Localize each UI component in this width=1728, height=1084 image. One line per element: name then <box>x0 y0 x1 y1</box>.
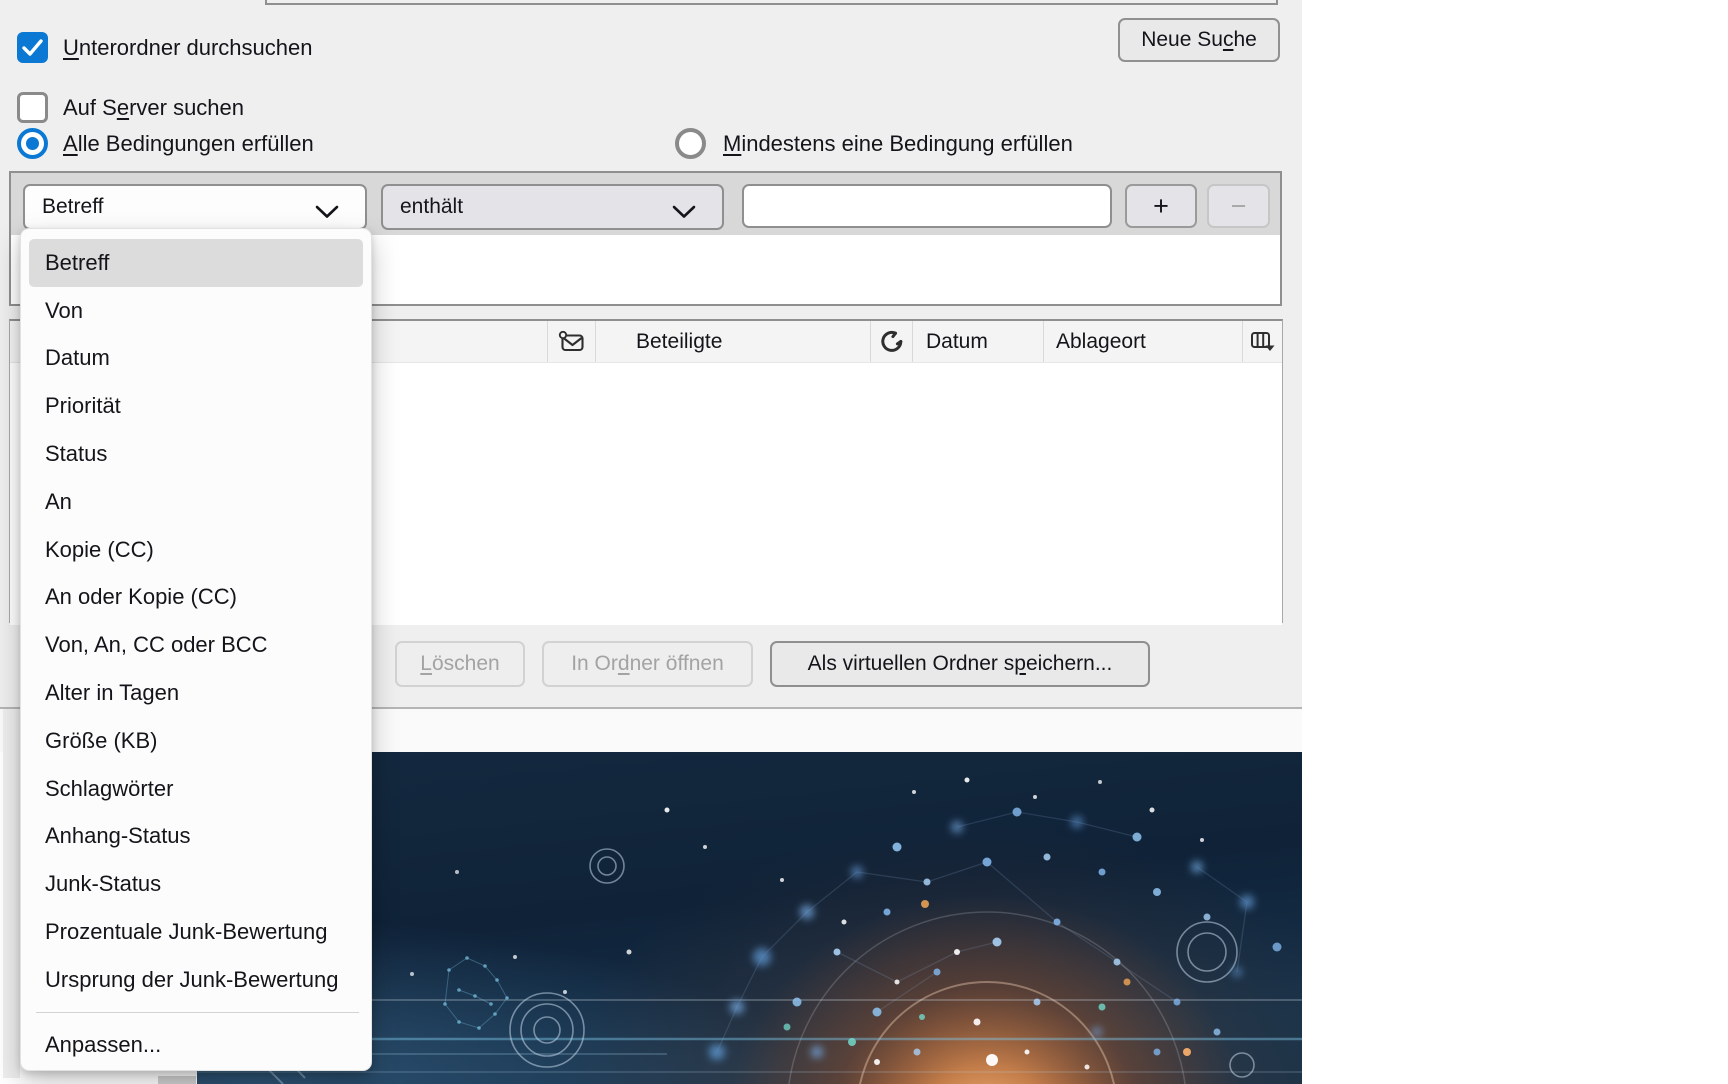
attribute-dropdown-menu: Betreff Von Datum Priorität Status An Ko… <box>20 228 372 1071</box>
menu-item-an-oder-kopie[interactable]: An oder Kopie (CC) <box>29 574 363 622</box>
open-in-folder-button[interactable]: In Or d ner öffnen <box>542 641 753 687</box>
menu-item-kopie-cc[interactable]: Kopie (CC) <box>29 526 363 574</box>
column-picker-button[interactable] <box>1242 321 1282 362</box>
label-post: öschen <box>431 652 500 675</box>
column-label: Ablageort <box>1056 329 1146 353</box>
new-search-button[interactable]: Neue Su c he <box>1118 18 1280 62</box>
match-any-radio[interactable] <box>675 128 706 159</box>
menu-item-label: Von, An, CC oder BCC <box>45 632 268 658</box>
search-on-server-label: Auf Server suchen <box>63 92 244 123</box>
column-label: Beteiligte <box>636 329 723 353</box>
menu-item-schlagwoerter[interactable]: Schlagwörter <box>29 765 363 813</box>
menu-item-label: Junk-Status <box>45 871 162 897</box>
checkmark-icon <box>22 39 43 56</box>
column-header-thread[interactable] <box>870 321 912 362</box>
column-header-date[interactable]: Datum <box>912 321 1043 362</box>
label-accesskey: L <box>420 652 432 675</box>
menu-item-label: Betreff <box>45 249 110 275</box>
plus-icon: + <box>1153 190 1169 221</box>
menu-item-label: Datum <box>45 345 110 371</box>
label-accesskey: c <box>1222 28 1234 51</box>
label-post: ner öffnen <box>629 652 724 675</box>
menu-item-von-an-cc-bcc[interactable]: Von, An, CC oder BCC <box>29 621 363 669</box>
match-all-label: Alle Bedingungen erfüllen <box>63 128 314 159</box>
menu-item-label: Prozentuale Junk-Bewertung <box>45 919 328 945</box>
menu-item-label: Schlagwörter <box>45 775 174 801</box>
column-header-message-status[interactable] <box>547 321 595 362</box>
menu-separator <box>36 1011 359 1014</box>
menu-item-junk-status[interactable]: Junk-Status <box>29 860 363 908</box>
menu-item-label: An oder Kopie (CC) <box>45 584 237 610</box>
save-virtual-folder-button[interactable]: Als virtuellen Ordner s p eichern... <box>770 641 1150 687</box>
add-condition-button[interactable]: + <box>1125 184 1197 228</box>
search-operator-select[interactable]: enthält <box>381 184 724 230</box>
label-accesskey: d <box>617 652 630 675</box>
cutoff-control-edge <box>265 0 1278 5</box>
chevron-down-icon <box>315 201 339 225</box>
label-pre: Als virtuellen Ordner s <box>807 652 1015 675</box>
search-value-input[interactable] <box>742 184 1112 228</box>
label-post: indestens eine Bedingung erfüllen <box>741 131 1073 156</box>
menu-item-label: Größe (KB) <box>45 727 158 753</box>
label-post: lle Bedingungen erfüllen <box>77 131 314 156</box>
menu-item-label: Ursprung der Junk-Bewertung <box>45 966 339 992</box>
menu-item-prioritaet[interactable]: Priorität <box>29 382 363 430</box>
column-picker-icon <box>1250 332 1274 351</box>
label-accesskey: p <box>1014 652 1026 675</box>
search-on-server-checkbox[interactable] <box>17 92 48 123</box>
menu-item-prozentuale-junk-bewertung[interactable]: Prozentuale Junk-Bewertung <box>29 908 363 956</box>
chevron-down-icon <box>672 201 696 225</box>
menu-item-anhang-status[interactable]: Anhang-Status <box>29 813 363 861</box>
column-header-participants[interactable]: Beteiligte <box>595 321 870 362</box>
menu-item-label: Anhang-Status <box>45 823 191 849</box>
window-edge-sliver <box>3 709 20 1078</box>
menu-item-ursprung-der-junk-bewertung[interactable]: Ursprung der Junk-Bewertung <box>29 956 363 1004</box>
menu-item-label: Alter in Tagen <box>45 680 180 706</box>
menu-item-anpassen[interactable]: Anpassen... <box>29 1021 363 1069</box>
menu-item-status[interactable]: Status <box>29 430 363 478</box>
label-post: rver suchen <box>129 95 245 120</box>
label-pre: Neue Su <box>1141 28 1223 51</box>
match-any-label: Mindestens eine Bedingung erfüllen <box>723 128 1073 159</box>
background-window-fragment <box>158 1076 196 1084</box>
search-subfolders-label: Unterordner durchsuchen <box>63 32 312 63</box>
label-accesskey: M <box>723 131 742 156</box>
column-header-location[interactable]: Ablageort <box>1043 321 1242 362</box>
label-accesskey: e <box>116 95 130 120</box>
label-accesskey: U <box>63 35 79 60</box>
menu-item-alter-in-tagen[interactable]: Alter in Tagen <box>29 669 363 717</box>
label-post: nterordner durchsuchen <box>78 35 313 60</box>
envelope-icon <box>558 330 584 351</box>
menu-item-label: Priorität <box>45 393 121 419</box>
search-attribute-value: Betreff <box>42 195 104 218</box>
menu-item-datum[interactable]: Datum <box>29 335 363 383</box>
menu-item-label: Status <box>45 441 108 467</box>
remove-condition-button[interactable]: − <box>1207 184 1270 228</box>
label-post: eichern... <box>1025 652 1113 675</box>
delete-button[interactable]: Löschen <box>395 641 525 687</box>
thread-icon <box>880 330 902 352</box>
menu-item-label: Von <box>45 297 83 323</box>
menu-item-groesse-kb[interactable]: Größe (KB) <box>29 717 363 765</box>
radio-dot <box>26 137 39 150</box>
menu-item-label: An <box>45 488 72 514</box>
label-pre: In Or <box>571 652 618 675</box>
menu-item-betreff[interactable]: Betreff <box>29 239 363 287</box>
search-operator-value: enthält <box>400 195 464 218</box>
label-accesskey: A <box>63 131 78 156</box>
column-label: Datum <box>926 329 988 353</box>
menu-item-label: Anpassen... <box>45 1032 162 1058</box>
match-all-radio[interactable] <box>17 128 48 159</box>
label-post: he <box>1233 28 1257 51</box>
menu-item-von[interactable]: Von <box>29 287 363 335</box>
search-attribute-select[interactable]: Betreff <box>23 184 367 230</box>
minus-icon: − <box>1230 190 1247 221</box>
menu-item-label: Kopie (CC) <box>45 536 154 562</box>
label-pre: Auf S <box>63 95 117 120</box>
search-subfolders-checkbox[interactable] <box>17 32 48 63</box>
menu-item-an[interactable]: An <box>29 478 363 526</box>
